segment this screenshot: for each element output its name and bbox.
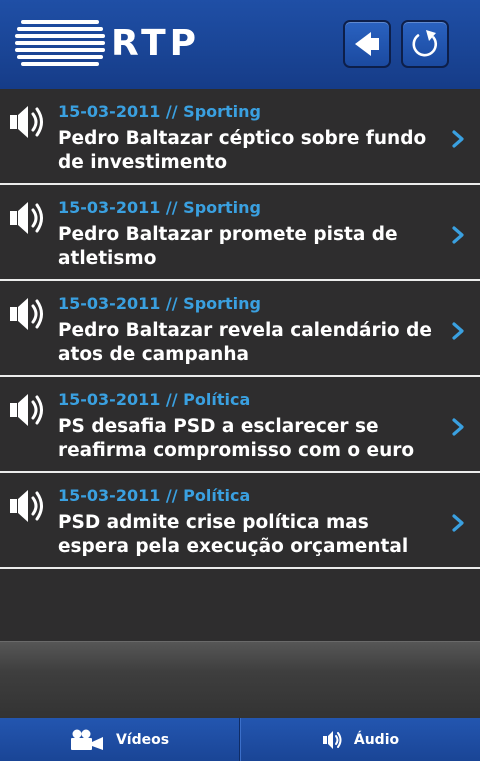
speaker-icon <box>10 490 43 522</box>
item-title: Pedro Baltazar céptico sobre fundo de in… <box>58 128 427 173</box>
rtp-logo-stripes-icon <box>15 20 105 66</box>
footer-panel <box>0 641 480 718</box>
item-date-category: 15-03-2011 // Sporting <box>58 198 262 217</box>
list-item[interactable]: 15-03-2011 // Política PS desafia PSD a … <box>0 377 480 473</box>
list-item[interactable]: 15-03-2011 // Sporting Pedro Baltazar re… <box>0 281 480 377</box>
list-item[interactable]: 15-03-2011 // Política PSD admite crise … <box>0 473 480 569</box>
tab-bar: Vídeos Áudio <box>0 718 480 761</box>
tab-videos-label: Vídeos <box>115 731 170 748</box>
chevron-right-icon <box>452 322 464 340</box>
item-date-category: 15-03-2011 // Sporting <box>58 102 262 121</box>
back-button[interactable] <box>343 20 391 68</box>
item-date-category: 15-03-2011 // Política <box>58 486 251 505</box>
tab-audio[interactable]: Áudio <box>240 718 480 761</box>
speaker-icon <box>10 394 43 426</box>
refresh-button[interactable] <box>401 20 449 68</box>
list-item[interactable]: 15-03-2011 // Sporting Pedro Baltazar pr… <box>0 185 480 281</box>
list-item[interactable]: 15-03-2011 // Sporting Pedro Baltazar cé… <box>0 89 480 185</box>
logo-text: RTP <box>111 23 201 64</box>
item-title: PS desafia PSD a esclarecer se reafirma … <box>58 416 415 461</box>
item-title: Pedro Baltazar revela calendário de atos… <box>58 320 432 365</box>
chevron-right-icon <box>452 418 464 436</box>
item-title: Pedro Baltazar promete pista de atletism… <box>58 224 398 269</box>
tab-videos[interactable]: Vídeos <box>0 718 240 761</box>
back-arrow-icon <box>355 32 379 56</box>
chevron-right-icon <box>452 226 464 244</box>
news-list: 15-03-2011 // Sporting Pedro Baltazar cé… <box>0 89 480 569</box>
app-header: RTP <box>0 0 480 89</box>
item-title: PSD admite crise política mas espera pel… <box>58 512 409 557</box>
rtp-logo: RTP <box>15 20 220 66</box>
chevron-right-icon <box>452 514 464 532</box>
speaker-icon <box>10 298 43 330</box>
item-date-category: 15-03-2011 // Sporting <box>58 294 262 313</box>
speaker-icon <box>322 730 342 749</box>
refresh-icon <box>412 30 438 57</box>
speaker-icon <box>10 202 43 234</box>
video-camera-icon <box>70 729 103 750</box>
chevron-right-icon <box>452 130 464 148</box>
speaker-icon <box>10 106 43 138</box>
tab-audio-label: Áudio <box>353 731 400 748</box>
item-date-category: 15-03-2011 // Política <box>58 390 251 409</box>
